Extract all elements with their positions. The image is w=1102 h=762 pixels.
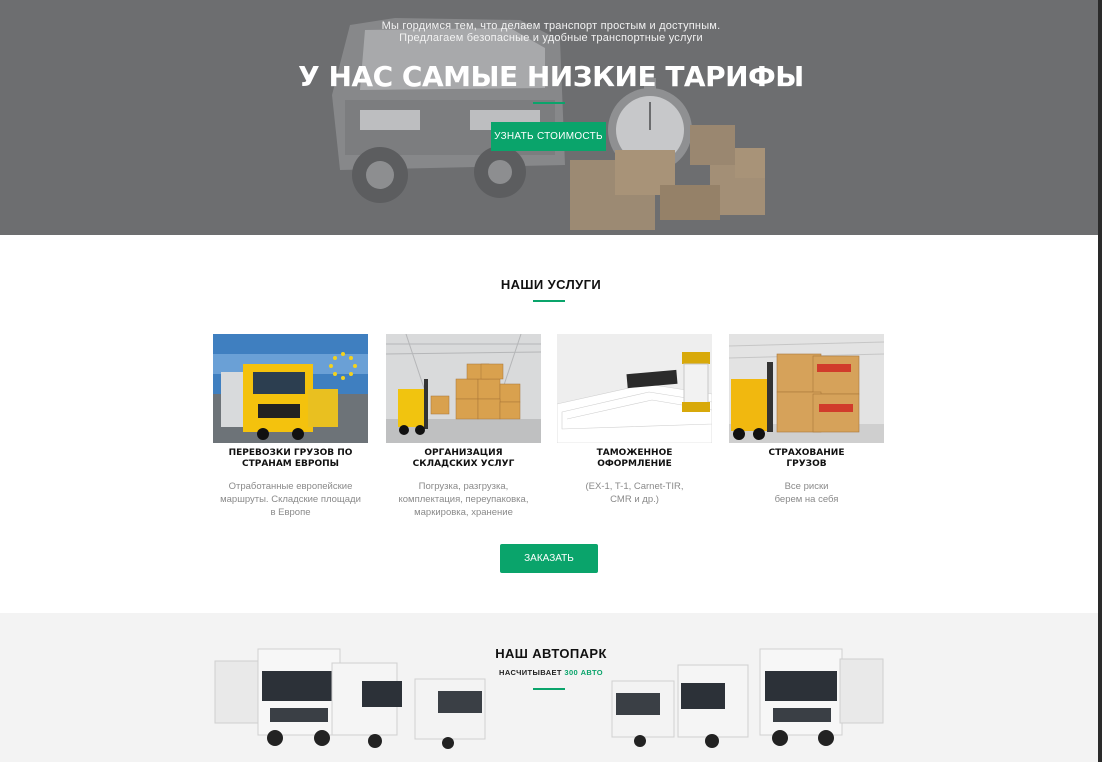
service-card-insurance[interactable]: СТРАХОВАНИЕ ГРУЗОВ Все риски берем на се… (729, 334, 884, 506)
service-caption: СТРАХОВАНИЕ ГРУЗОВ (768, 448, 845, 469)
window-scrollbar[interactable] (1098, 0, 1102, 762)
warehouse-forklift-photo (386, 334, 541, 443)
get-price-button[interactable]: УЗНАТЬ СТОИМОСТЬ (491, 122, 606, 151)
services-divider (533, 300, 565, 302)
documents-stamp-photo (557, 334, 712, 443)
service-card-customs[interactable]: ТАМОЖЕННОЕ ОФОРМЛЕНИЕ (EX-1, T-1, Carnet… (557, 334, 712, 506)
service-description: Отработанные европейские маршруты. Склад… (220, 481, 361, 518)
hero-subtitle-line-1: Мы гордимся тем, что делаем транспорт пр… (381, 20, 721, 32)
hero-title: У НАС САМЫЕ НИЗКИЕ ТАРИФЫ (298, 60, 804, 93)
fleet-subtitle: НАСЧИТЫВАЕТ 300 АВТО (0, 668, 1102, 677)
fleet-section: НАШ АВТОПАРК НАСЧИТЫВАЕТ 300 АВТО (0, 613, 1102, 762)
service-description: (EX-1, T-1, Carnet-TIR, CMR и др.) (585, 481, 684, 505)
fleet-count: 300 АВТО (564, 668, 603, 677)
fleet-title: НАШ АВТОПАРК (495, 646, 607, 661)
hero-divider (533, 102, 565, 104)
service-caption: ПЕРЕВОЗКИ ГРУЗОВ ПО СТРАНАМ ЕВРОПЫ (228, 448, 353, 469)
order-button[interactable]: ЗАКАЗАТЬ (500, 544, 598, 573)
service-description: Все риски берем на себя (774, 481, 839, 505)
fleet-subtitle-prefix: НАСЧИТЫВАЕТ (499, 668, 562, 677)
services-title: НАШИ УСЛУГИ (500, 277, 602, 292)
hero-subtitle-line-2: Предлагаем безопасные и удобные транспор… (399, 32, 703, 44)
hero-banner: Мы гордимся тем, что делаем транспорт пр… (0, 0, 1102, 235)
hero-subtitle: Мы гордимся тем, что делаем транспорт пр… (0, 20, 1102, 44)
services-section: НАШИ УСЛУГИ ПЕРЕВОЗКИ ГРУЗОВ ПО СТРАНАМ … (0, 235, 1102, 613)
service-caption: ОРГАНИЗАЦИЯ СКЛАДСКИХ УСЛУГ (412, 448, 515, 469)
yellow-truck-eu-photo (213, 334, 368, 443)
service-card-warehouse[interactable]: ОРГАНИЗАЦИЯ СКЛАДСКИХ УСЛУГ Погрузка, ра… (386, 334, 541, 519)
service-description: Погрузка, разгрузка, комплектация, переу… (398, 481, 529, 518)
service-caption: ТАМОЖЕННОЕ ОФОРМЛЕНИЕ (596, 448, 673, 469)
fleet-divider (533, 688, 565, 690)
insured-boxes-forklift-photo (729, 334, 884, 443)
service-card-europe[interactable]: ПЕРЕВОЗКИ ГРУЗОВ ПО СТРАНАМ ЕВРОПЫ Отраб… (213, 334, 368, 519)
